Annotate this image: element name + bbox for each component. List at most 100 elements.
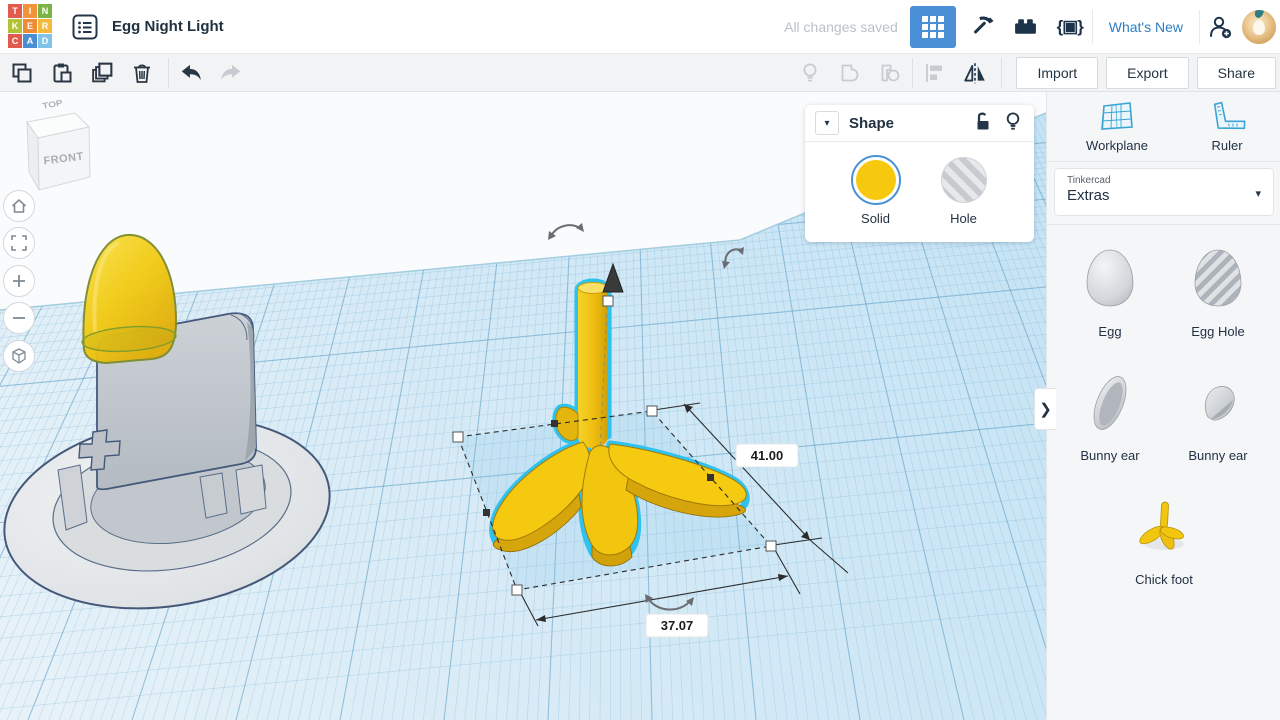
person-add-icon xyxy=(1207,14,1233,40)
shape-item-bunny-ear-2[interactable]: Bunny ear xyxy=(1166,368,1270,463)
view-cube[interactable]: TOP FRONT xyxy=(27,98,90,190)
align-button[interactable] xyxy=(915,57,955,89)
shape-item-label: Chick foot xyxy=(1135,572,1193,587)
logo-cell: K xyxy=(8,19,22,33)
duplicate-button[interactable] xyxy=(82,57,122,89)
autosave-status: All changes saved xyxy=(784,19,898,35)
lightbulb-icon xyxy=(1002,109,1024,133)
shape-item-label: Bunny ear xyxy=(1080,448,1139,463)
show-all-button[interactable] xyxy=(790,57,830,89)
export-button[interactable]: Export xyxy=(1106,57,1188,89)
trash-icon xyxy=(130,61,154,85)
paste-button[interactable] xyxy=(42,57,82,89)
shape-item-bunny-ear-1[interactable]: Bunny ear xyxy=(1058,368,1162,463)
workplane-label: Workplane xyxy=(1086,138,1148,153)
library-name: Extras xyxy=(1067,187,1261,204)
tinkercad-logo[interactable]: TINKERCAD xyxy=(8,4,54,50)
undo-button[interactable] xyxy=(171,57,211,89)
edit-toolbar: Import Export Share xyxy=(0,54,1280,92)
zoom-out-button[interactable] xyxy=(3,302,35,334)
library-group-label: Tinkercad xyxy=(1067,175,1261,186)
flip-button[interactable] xyxy=(955,57,995,89)
egg-hole-thumb xyxy=(1183,244,1253,314)
perspective-toggle-button[interactable] xyxy=(3,340,35,372)
ungroup-button[interactable] xyxy=(870,57,910,89)
divider xyxy=(1001,58,1002,88)
pickaxe-icon xyxy=(969,14,995,40)
chick-foot-thumb xyxy=(1129,492,1199,562)
view-cube-top-label[interactable]: TOP xyxy=(42,98,64,110)
logo-cell: C xyxy=(8,34,22,48)
shape-panel-collapse-button[interactable]: ▾ xyxy=(815,111,839,135)
shapes-sidebar: Workplane Ruler Tinkercad Extras ▾ Egg xyxy=(1046,92,1280,720)
height-handle[interactable] xyxy=(603,296,613,306)
invite-button[interactable] xyxy=(1200,6,1240,48)
shape-item-label: Egg Hole xyxy=(1191,324,1244,339)
dimension-label-width[interactable]: 37.07 xyxy=(646,614,708,637)
ungroup-icon xyxy=(878,61,902,85)
group-button[interactable] xyxy=(830,57,870,89)
shape-library-select[interactable]: Tinkercad Extras ▾ xyxy=(1054,168,1274,216)
design-menu-button[interactable] xyxy=(72,14,98,40)
user-avatar[interactable] xyxy=(1242,10,1276,44)
hole-swatch[interactable]: Hole xyxy=(939,155,989,226)
logo-cell: D xyxy=(38,34,52,48)
hide-button[interactable] xyxy=(1002,109,1024,138)
sidebar-collapse-tab[interactable]: ❯ xyxy=(1034,388,1056,430)
svg-text:41.00: 41.00 xyxy=(751,448,784,463)
shape-item-label: Egg xyxy=(1098,324,1121,339)
share-button[interactable]: Share xyxy=(1197,57,1276,89)
shape-inspector-panel: ▾ Shape Solid Hole xyxy=(805,105,1034,242)
svg-text:37.07: 37.07 xyxy=(661,618,694,633)
codeblocks-button[interactable]: {▣} xyxy=(1048,6,1092,48)
hole-pattern xyxy=(941,157,987,203)
solid-color xyxy=(856,160,896,200)
bunny-ear-thumb xyxy=(1183,368,1253,438)
bunny-ear-thumb xyxy=(1075,368,1145,438)
codeblocks-icon: {▣} xyxy=(1057,17,1083,37)
redo-icon xyxy=(218,60,244,86)
shape-item-egg-hole[interactable]: Egg Hole xyxy=(1166,244,1270,339)
brick-icon xyxy=(1013,14,1038,39)
shape-item-egg[interactable]: Egg xyxy=(1058,244,1162,339)
delete-button[interactable] xyxy=(122,57,162,89)
sidebar-tools-row: Workplane Ruler xyxy=(1047,92,1280,162)
ruler-label: Ruler xyxy=(1211,138,1242,153)
align-icon xyxy=(923,61,947,85)
logo-cell: T xyxy=(8,4,22,18)
hole-label: Hole xyxy=(950,211,977,226)
solid-swatch[interactable]: Solid xyxy=(851,155,901,226)
copy-icon xyxy=(10,61,34,85)
bricks-button[interactable] xyxy=(1004,6,1048,48)
logo-cell: N xyxy=(38,4,52,18)
copy-button[interactable] xyxy=(2,57,42,89)
shape-panel-title: Shape xyxy=(849,115,894,132)
zoom-in-button[interactable] xyxy=(3,265,35,297)
chevron-right-icon: ❯ xyxy=(1039,400,1052,418)
title-bar: TINKERCAD Egg Night Light All changes sa… xyxy=(0,0,1280,54)
lightbulb-icon xyxy=(798,61,822,85)
divider xyxy=(1047,224,1280,225)
tinker-button[interactable] xyxy=(960,6,1004,48)
workplane-tool[interactable]: Workplane xyxy=(1072,100,1162,153)
group-icon xyxy=(838,61,862,85)
import-button[interactable]: Import xyxy=(1016,57,1098,89)
shape-item-label: Bunny ear xyxy=(1188,448,1247,463)
mirror-icon xyxy=(962,60,988,86)
ruler-tool[interactable]: Ruler xyxy=(1182,100,1272,153)
egg-thumb xyxy=(1075,244,1145,314)
list-menu-icon xyxy=(72,14,98,40)
duplicate-icon xyxy=(90,60,115,85)
ruler-icon xyxy=(1206,100,1248,134)
dimension-label-depth[interactable]: 41.00 xyxy=(736,444,798,467)
lock-button[interactable] xyxy=(972,109,994,138)
logo-cell: I xyxy=(23,4,37,18)
whats-new-link[interactable]: What's New xyxy=(1093,19,1199,35)
redo-button[interactable] xyxy=(211,57,251,89)
shape-item-chick-foot[interactable]: Chick foot xyxy=(1112,492,1216,587)
dashboard-grid-button[interactable] xyxy=(910,6,956,48)
divider xyxy=(168,58,169,88)
fit-view-button[interactable] xyxy=(3,227,35,259)
lock-open-icon xyxy=(972,109,994,133)
home-view-button[interactable] xyxy=(3,190,35,222)
